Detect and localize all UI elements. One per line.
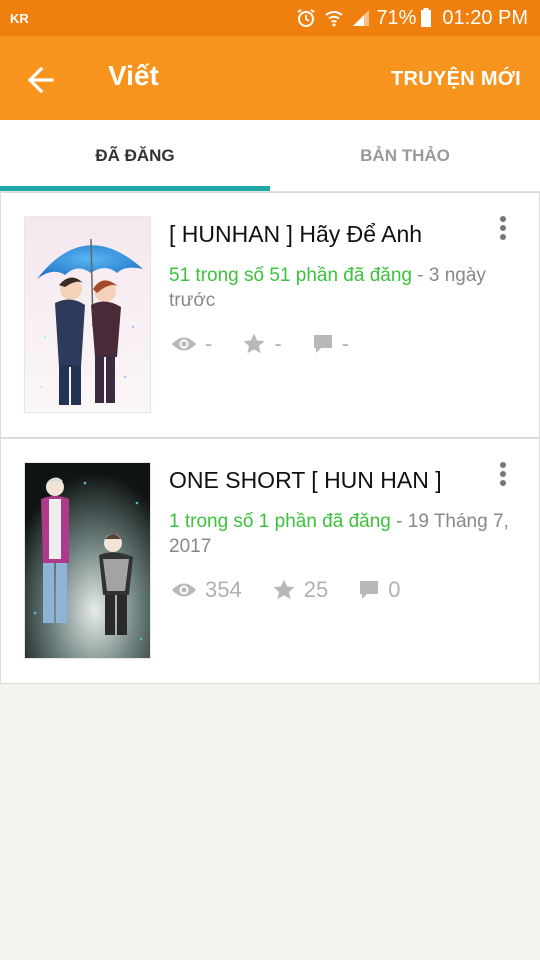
eye-icon [172,337,196,351]
comments-count: 0 [388,577,401,602]
tab-indicator [0,186,270,191]
votes-count: 25 [303,577,329,602]
reads-stat: 354 [171,577,242,603]
comments-count: - [341,331,349,356]
story-meta: 51 trong số 51 phần đã đăng - 3 ngày trư… [169,263,529,313]
battery-percent: 71% [376,6,417,29]
reads-count: 354 [205,577,242,602]
story-stats: - - - [171,329,379,359]
tab-published[interactable]: ĐÃ ĐĂNG [0,120,270,192]
more-vertical-icon [500,462,506,486]
status-icons: 71% 01:20 PM [288,6,528,30]
story-cover-image [24,216,151,413]
star-icon [243,333,265,354]
published-parts: 51 trong số 51 phần đã đăng [169,265,412,286]
alarm-icon [296,8,316,28]
page-title: Viết [108,60,159,91]
published-parts: 1 trong số 1 phần đã đăng [169,511,391,532]
new-story-button[interactable]: TRUYỆN MỚI [391,68,521,91]
story-title: ONE SHORT [ HUN HAN ] [169,467,442,493]
battery-icon [420,8,432,28]
more-vertical-icon [500,216,506,240]
votes-stat: 25 [272,577,328,603]
reads-count: - [205,331,213,356]
meta-separator: - [411,265,429,286]
more-options-button[interactable] [493,461,513,489]
reads-stat: - [171,331,212,357]
votes-stat: - [242,331,282,357]
more-options-button[interactable] [493,215,513,243]
status-bar: KR 71% 01:20 PM [0,0,540,36]
wifi-icon [324,8,344,28]
comments-stat: - [312,331,349,357]
back-button[interactable] [22,60,62,100]
meta-separator: - [390,511,408,532]
comment-icon [313,335,332,353]
comments-stat: 0 [358,577,400,603]
tab-drafts[interactable]: BẢN THẢO [270,120,540,192]
tab-bar: ĐÃ ĐĂNG BẢN THẢO [0,120,540,192]
carrier-label: KR [10,11,29,26]
story-meta: 1 trong số 1 phần đã đăng - 19 Tháng 7, … [169,509,529,559]
comment-icon [360,581,379,599]
eye-icon [172,583,196,597]
story-cover-image [24,462,151,659]
app-bar: Viết TRUYỆN MỚI [0,36,540,120]
signal-icon [352,9,370,27]
story-stats: 354 25 0 [171,575,430,605]
clock: 01:20 PM [442,6,528,29]
votes-count: - [274,331,282,356]
story-card[interactable]: ONE SHORT [ HUN HAN ] 1 trong số 1 phần … [0,438,540,684]
star-icon [273,579,295,600]
story-title: [ HUNHAN ] Hãy Để Anh [169,221,423,247]
arrow-left-icon [27,66,54,94]
story-card[interactable]: [ HUNHAN ] Hãy Để Anh 51 trong số 51 phầ… [0,192,540,438]
